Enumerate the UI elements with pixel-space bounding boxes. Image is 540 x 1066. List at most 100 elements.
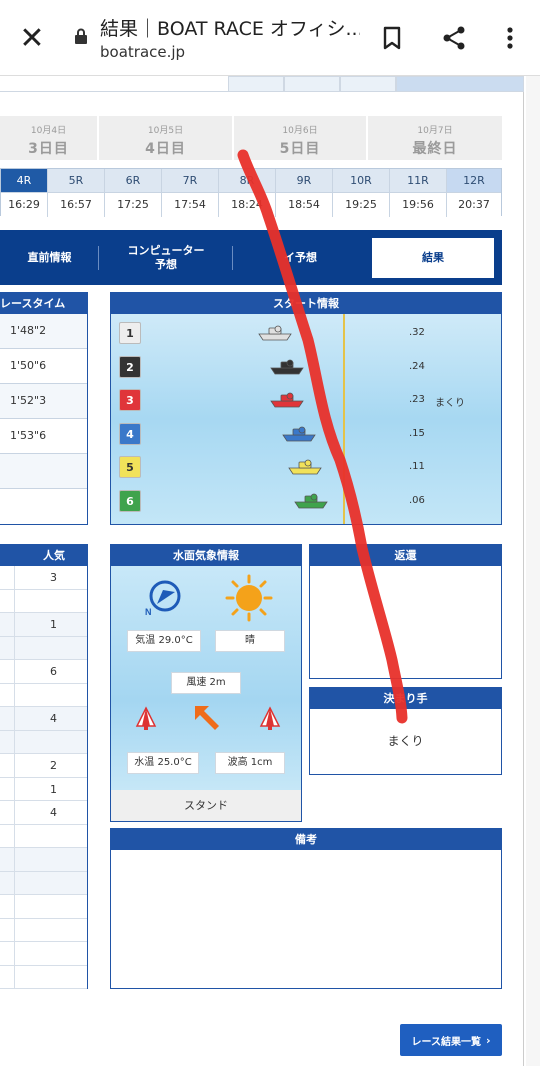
tab-before-info[interactable]: 直前情報 — [0, 230, 99, 285]
race-results-list-button[interactable]: レース結果一覧 › — [400, 1024, 502, 1056]
race-cell-9r[interactable]: 9R 18:54 — [275, 169, 332, 217]
strip-segment — [0, 76, 228, 92]
race-time: 19:25 — [333, 192, 389, 216]
scrollbar[interactable] — [526, 76, 540, 1066]
browser-toolbar: ✕ 結果｜BOAT RACE オフィシ... boatrace.jp — [0, 0, 540, 76]
day-date: 10月5日 — [147, 126, 184, 136]
panel-header: 備考 — [111, 829, 501, 850]
winning-technique-panel: 決まり手 まくり — [309, 687, 502, 775]
race-cell-8r[interactable]: 8R 18:24 — [218, 169, 275, 217]
tab-label: 結果 — [422, 251, 444, 264]
race-time-row: 1'48"2 — [0, 314, 87, 349]
share-icon[interactable] — [436, 20, 472, 56]
day-tab[interactable]: 10月5日 4日目 — [99, 116, 232, 160]
strip-segment — [284, 76, 340, 92]
day-tab[interactable]: 10月7日 最終日 — [368, 116, 502, 160]
button-label: レース結果一覧 — [411, 1036, 481, 1048]
popularity-row — [0, 683, 87, 707]
panel-header-text: 人気 — [43, 549, 65, 562]
race-time-row: 1'52"3 — [0, 384, 87, 419]
popularity-row — [0, 589, 87, 613]
popularity-row — [0, 824, 87, 848]
race-time-row — [0, 454, 87, 489]
strip-segment — [228, 76, 284, 92]
tab-computer-forecast[interactable]: コンピューター 予想 — [99, 230, 233, 285]
race-time: 18:54 — [276, 192, 332, 216]
race-cell-7r[interactable]: 7R 17:54 — [161, 169, 218, 217]
race-time-row: 1'50"6 — [0, 349, 87, 384]
compass-icon: N — [145, 580, 181, 616]
wave-height: 波高 1cm — [215, 752, 285, 774]
race-number: 4R — [1, 169, 47, 192]
north-label: N — [145, 607, 152, 616]
race-number: 6R — [105, 169, 161, 192]
popularity-row — [0, 965, 87, 989]
wind-speed: 風速 2m — [171, 672, 241, 694]
popularity-row — [0, 871, 87, 895]
start-timing: .11 — [409, 461, 425, 472]
page-title: 結果｜BOAT RACE オフィシ... — [100, 18, 360, 40]
boat-icon — [258, 325, 292, 341]
more-menu-icon[interactable] — [492, 20, 528, 56]
popularity-row: 2 — [0, 754, 87, 778]
close-icon[interactable]: ✕ — [14, 20, 50, 56]
boat-icon — [288, 459, 322, 475]
web-page: 10月4日 3日目 10月5日 4日目 10月6日 5日目 10月7日 最終日 … — [0, 76, 524, 1066]
race-cell-10r[interactable]: 10R 19:25 — [332, 169, 389, 217]
panel-header: スタート情報 — [111, 293, 501, 314]
day-date: 10月6日 — [282, 126, 318, 136]
race-time: 17:25 — [105, 192, 161, 216]
race-time-rows: 1'48"2 1'50"6 1'52"3 1'53"6 — [0, 314, 87, 524]
buoy-left-icon — [135, 706, 157, 730]
boat-icon — [270, 359, 304, 374]
race-cell-6r[interactable]: 6R 17:25 — [104, 169, 161, 217]
tab-result[interactable]: 結果 — [372, 238, 494, 278]
race-cell-12r[interactable]: 12R 20:37 — [446, 169, 501, 217]
top-strip — [0, 76, 524, 92]
weather-condition: 晴 — [215, 630, 285, 652]
start-line — [343, 314, 345, 524]
panel-header: 決まり手 — [310, 688, 501, 709]
wind-direction-arrow-icon — [195, 706, 219, 730]
lane-number-badge: 1 — [119, 322, 141, 344]
race-cell-4r[interactable]: 4R 16:29 — [1, 169, 47, 217]
popularity-row: 4 — [0, 707, 87, 731]
remarks-panel: 備考 — [110, 828, 502, 989]
lane-number-badge: 6 — [119, 489, 141, 512]
popularity-row — [0, 942, 87, 966]
race-table: 4R 16:29 5R 16:57 6R 17:25 7R 17:54 8R 18:24 … — [0, 168, 502, 217]
weather-panel: 水面気象情報 N 気温 29.0°C 晴 風速 2m 水温 25.0°C 波高 … — [110, 544, 302, 822]
stand-label: スタンド — [111, 790, 301, 821]
start-timing: .15 — [409, 427, 425, 439]
refund-panel: 返還 — [309, 544, 502, 679]
race-time: 20:37 — [447, 192, 501, 216]
url-text[interactable]: boatrace.jp — [100, 43, 185, 61]
start-timing: .32 — [409, 327, 425, 338]
tab-label: コンピューター — [127, 243, 205, 257]
day-tab[interactable]: 10月4日 3日目 — [0, 116, 97, 160]
popularity-row — [0, 895, 87, 919]
race-cell-5r[interactable]: 5R 16:57 — [47, 169, 104, 217]
start-timing: .23 — [409, 394, 425, 405]
boat-icon — [294, 493, 328, 508]
race-number: 5R — [48, 169, 104, 192]
race-time-panel: レースタイム 1'48"2 1'50"6 1'52"3 1'53"6 — [0, 292, 88, 525]
chevron-right-icon: › — [485, 1033, 491, 1047]
race-time-row — [0, 489, 87, 524]
panel-header: 返還 — [310, 545, 501, 566]
tab-ai-forecast[interactable]: イ予想 — [233, 230, 368, 285]
strip-segment — [396, 76, 524, 92]
popularity-row — [0, 918, 87, 942]
race-time-row: 1'53"6 — [0, 419, 87, 454]
buoy-right-icon — [259, 706, 281, 730]
race-time: 16:57 — [48, 192, 104, 216]
day-tab[interactable]: 10月6日 5日目 — [234, 116, 366, 160]
start-timing: .24 — [409, 360, 425, 372]
race-cell-11r[interactable]: 11R 19:56 — [389, 169, 446, 217]
race-number: 8R — [219, 169, 275, 192]
winning-technique-value: まくり — [387, 734, 424, 748]
tab-label: イ予想 — [284, 250, 317, 264]
tab-label: 直前情報 — [27, 250, 72, 264]
bookmark-icon[interactable] — [374, 20, 410, 56]
water-temp: 水温 25.0°C — [127, 752, 199, 774]
